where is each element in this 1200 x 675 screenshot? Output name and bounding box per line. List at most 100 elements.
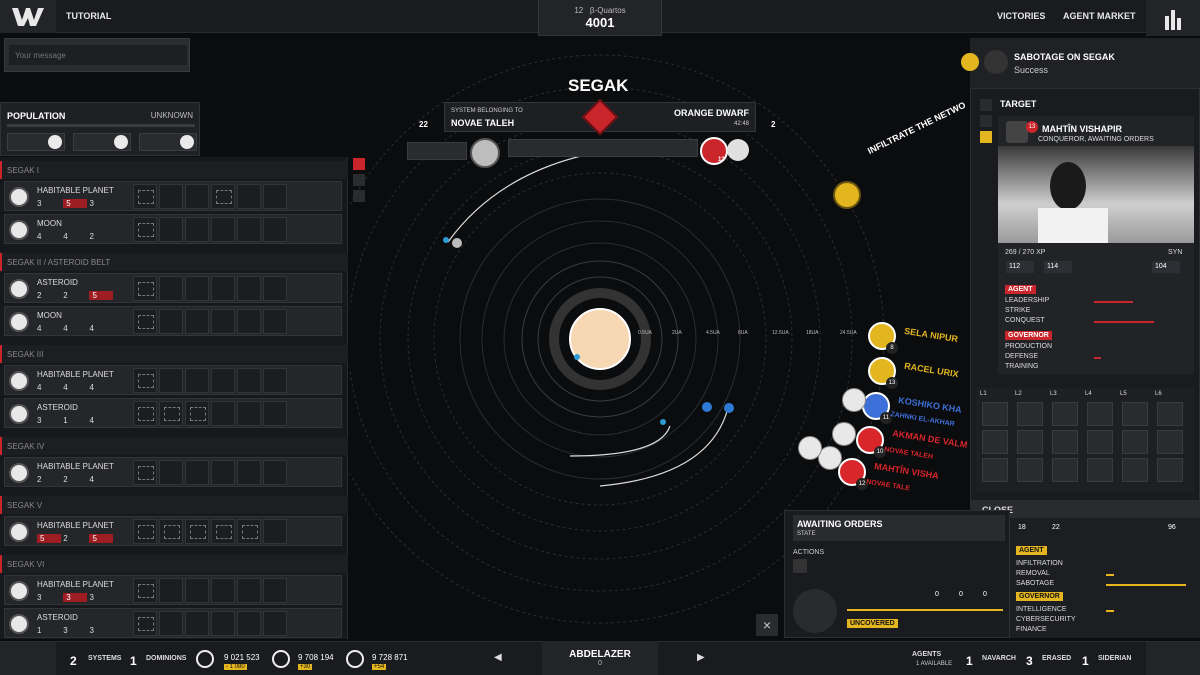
building-slot[interactable] [133, 368, 157, 393]
star-orange-dwarf[interactable] [569, 308, 631, 370]
building-slot[interactable] [159, 519, 183, 544]
building-slot[interactable] [237, 368, 261, 393]
close-icon[interactable]: × [756, 614, 778, 636]
ability-slot[interactable] [982, 402, 1008, 426]
building-slot[interactable] [159, 368, 183, 393]
system-header[interactable]: SEGAK II / ASTEROID BELT [0, 253, 348, 271]
infiltrate-marker[interactable] [833, 181, 861, 209]
building-slot[interactable] [211, 519, 235, 544]
building-slot[interactable] [185, 184, 209, 209]
ability-slot[interactable] [1087, 458, 1113, 482]
building-slot[interactable] [159, 578, 183, 603]
building-slot[interactable] [185, 460, 209, 485]
planet-blue-2[interactable] [724, 403, 734, 413]
celestial-body-row[interactable]: HABITABLE PLANET 3 3 3 [4, 575, 342, 605]
building-slot[interactable] [237, 611, 261, 636]
building-slot[interactable] [133, 460, 157, 485]
building-slot[interactable] [237, 401, 261, 426]
population-slot-3[interactable] [139, 133, 197, 151]
planet-segak-i[interactable] [452, 238, 462, 248]
celestial-body-row[interactable]: ASTEROID 3 1 4 [4, 398, 342, 428]
ability-slot[interactable] [1157, 458, 1183, 482]
system-header[interactable]: SEGAK VI [0, 555, 348, 573]
ability-slot[interactable] [982, 430, 1008, 454]
faction-shield-button[interactable] [1146, 642, 1200, 675]
system-header[interactable]: SEGAK III [0, 345, 348, 363]
building-slot[interactable] [185, 611, 209, 636]
ability-slot[interactable] [982, 458, 1008, 482]
ability-slot[interactable] [1087, 402, 1113, 426]
celestial-body-row[interactable]: HABITABLE PLANET 2 2 4 [4, 457, 342, 487]
celestial-body-row[interactable]: HABITABLE PLANET 3 5 3 [4, 181, 342, 211]
victories-button[interactable]: VICTORIES [997, 11, 1045, 21]
target-tab-1[interactable] [980, 99, 992, 111]
planet-preview[interactable] [470, 138, 500, 168]
building-slot[interactable] [237, 309, 261, 334]
building-slot[interactable] [237, 217, 261, 242]
target-tab-3[interactable] [980, 131, 992, 143]
building-slot[interactable] [185, 578, 209, 603]
ability-slot[interactable] [1157, 402, 1183, 426]
building-slot[interactable] [237, 184, 261, 209]
ability-slot[interactable] [1157, 430, 1183, 454]
target-crosshair-icon[interactable] [798, 436, 822, 460]
building-slot[interactable] [263, 368, 287, 393]
building-slot[interactable] [185, 401, 209, 426]
building-slot[interactable] [159, 309, 183, 334]
building-slot[interactable] [237, 519, 261, 544]
celestial-body-row[interactable]: MOON 4 4 2 [4, 214, 342, 244]
building-slot[interactable] [263, 276, 287, 301]
building-slot[interactable] [185, 368, 209, 393]
building-slot[interactable] [263, 611, 287, 636]
building-slot[interactable] [211, 460, 235, 485]
celestial-body-row[interactable]: HABITABLE PLANET 5 2 5 [4, 516, 342, 546]
building-slot[interactable] [211, 578, 235, 603]
building-slot[interactable] [211, 184, 235, 209]
system-header[interactable]: SEGAK IV [0, 437, 348, 455]
building-slot[interactable] [237, 276, 261, 301]
building-slot[interactable] [133, 309, 157, 334]
bookmark-button[interactable] [0, 642, 56, 675]
system-header[interactable]: SEGAK I [0, 161, 348, 179]
population-slot-2[interactable] [73, 133, 131, 151]
ability-slot[interactable] [1122, 402, 1148, 426]
ability-slot[interactable] [1017, 430, 1043, 454]
action-slot[interactable] [793, 559, 807, 573]
station-marker[interactable] [574, 354, 580, 360]
building-slot[interactable] [159, 611, 183, 636]
game-logo[interactable] [0, 0, 56, 33]
building-slot[interactable] [211, 276, 235, 301]
ability-slot[interactable] [1017, 458, 1043, 482]
ability-slot[interactable] [1052, 430, 1078, 454]
celestial-body-row[interactable]: ASTEROID 2 2 5 [4, 273, 342, 303]
tutorial-button[interactable]: TUTORIAL [66, 11, 111, 21]
building-slot[interactable] [263, 217, 287, 242]
ability-slot[interactable] [1122, 430, 1148, 454]
player-selector[interactable]: ABDELAZER 0 [542, 641, 658, 675]
system-owner[interactable]: NOVAE TALEH [451, 118, 514, 128]
building-slot[interactable] [133, 184, 157, 209]
building-slot[interactable] [133, 217, 157, 242]
building-slot[interactable] [133, 519, 157, 544]
message-input[interactable] [9, 45, 187, 65]
building-slot[interactable] [159, 184, 183, 209]
next-arrow-icon[interactable]: ▶ [697, 652, 705, 663]
building-slot[interactable] [159, 276, 183, 301]
building-slot[interactable] [237, 460, 261, 485]
building-slot[interactable] [185, 309, 209, 334]
ability-slot[interactable] [1087, 430, 1113, 454]
building-slot[interactable] [133, 401, 157, 426]
moon-marker[interactable] [660, 419, 666, 425]
building-slot[interactable] [133, 611, 157, 636]
system-header[interactable]: SEGAK V [0, 496, 348, 514]
target-tab-2[interactable] [980, 115, 992, 127]
mission-indicator[interactable] [961, 53, 979, 71]
building-slot[interactable] [133, 578, 157, 603]
celestial-body-row[interactable]: HABITABLE PLANET 4 4 4 [4, 365, 342, 395]
resource-chip-2[interactable] [508, 139, 698, 157]
building-slot[interactable] [263, 401, 287, 426]
planet-blue-1[interactable] [702, 402, 712, 412]
celestial-body-row[interactable]: MOON 4 4 4 [4, 306, 342, 336]
population-slot-1[interactable] [7, 133, 65, 151]
stats-button[interactable] [1146, 0, 1200, 36]
